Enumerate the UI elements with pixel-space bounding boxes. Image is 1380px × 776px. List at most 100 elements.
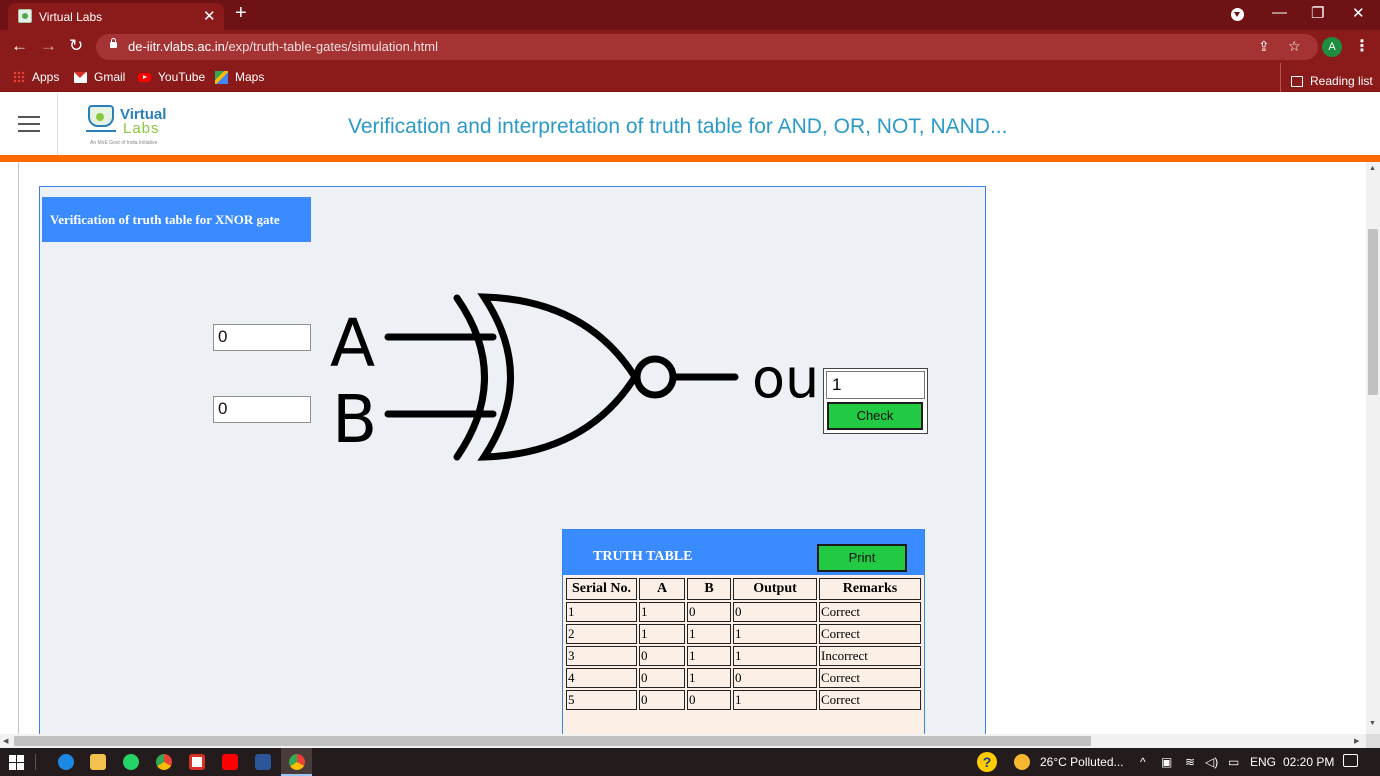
cell-remarks: Incorrect (819, 646, 921, 666)
scroll-down-icon[interactable]: ▼ (1369, 720, 1376, 727)
bookmark-gmail[interactable]: Gmail (74, 70, 125, 84)
cell-b: 1 (687, 624, 731, 644)
gate-label-a: A (330, 305, 375, 382)
gate-label-b: B (332, 381, 377, 458)
virtual-labs-logo[interactable]: Virtual Labs An MoE Govt of India Initia… (86, 103, 176, 146)
cell-remarks: Correct (819, 602, 921, 622)
tab-search-icon[interactable] (1231, 8, 1244, 21)
windows-start-icon[interactable] (9, 755, 24, 770)
weather-icon[interactable] (1014, 754, 1030, 770)
check-button[interactable]: Check (827, 402, 923, 430)
cell-remarks: Correct (819, 668, 921, 688)
simulation-panel: Verification of truth table for XNOR gat… (39, 186, 986, 734)
whatsapp-icon[interactable] (123, 754, 139, 770)
xnor-gate-symbol (384, 293, 739, 461)
cell-a: 0 (639, 668, 685, 688)
vertical-scrollbar[interactable]: ▲ ▼ (1366, 162, 1380, 734)
truth-table-header: TRUTH TABLE Print (563, 530, 924, 575)
cell-a: 1 (639, 624, 685, 644)
bookmark-youtube[interactable]: YouTube (138, 70, 205, 84)
cell-b: 0 (687, 602, 731, 622)
cell-output: 1 (733, 624, 817, 644)
virtual-labs-favicon-icon (18, 9, 32, 23)
table-row: 2 1 1 1 Correct (566, 624, 921, 644)
clock[interactable]: 02:20 PM (1283, 755, 1334, 769)
column-header-serial: Serial No. (566, 578, 637, 600)
browser-toolbar: ← → ↻ de-iitr.vlabs.ac.in/exp/truth-tabl… (0, 30, 1380, 63)
forward-icon[interactable]: → (40, 36, 57, 56)
hamburger-menu-icon[interactable] (18, 116, 40, 132)
print-button[interactable]: Print (817, 544, 907, 572)
input-b-field[interactable]: 0 (213, 396, 311, 423)
apps-grid-icon (13, 71, 25, 83)
cell-a: 0 (639, 690, 685, 710)
vertical-scroll-thumb[interactable] (1368, 229, 1378, 395)
tab-title: Virtual Labs (39, 10, 103, 24)
close-window-icon[interactable]: ✕ (1352, 4, 1365, 22)
simulation-title: Verification of truth table for XNOR gat… (42, 197, 311, 242)
help-icon[interactable]: ? (977, 752, 997, 772)
scroll-right-icon[interactable]: ▶ (1354, 737, 1359, 745)
address-bar[interactable]: de-iitr.vlabs.ac.in/exp/truth-table-gate… (96, 34, 1318, 60)
word-icon[interactable] (255, 754, 271, 770)
horizontal-scrollbar[interactable]: ◀ ▶ (0, 734, 1366, 748)
bookmark-apps[interactable]: Apps (13, 70, 59, 84)
bookmark-maps[interactable]: Maps (215, 70, 264, 84)
table-row: 1 1 0 0 Correct (566, 602, 921, 622)
gmail-app-icon[interactable] (189, 754, 205, 770)
cell-serial: 3 (566, 646, 637, 666)
share-icon[interactable]: ⇪ (1258, 38, 1270, 55)
gate-label-out: out (752, 347, 820, 410)
cell-a: 1 (639, 602, 685, 622)
cell-output: 1 (733, 690, 817, 710)
new-tab-icon[interactable]: + (235, 2, 247, 25)
notifications-icon[interactable] (1343, 754, 1358, 767)
volume-icon[interactable]: ◁) (1205, 755, 1218, 769)
file-explorer-icon[interactable] (90, 754, 106, 770)
bookmark-star-icon[interactable]: ☆ (1288, 38, 1301, 55)
logo-text-labs: Labs (123, 120, 160, 137)
battery-icon[interactable]: ▭ (1228, 755, 1239, 769)
horizontal-scroll-thumb[interactable] (14, 736, 1091, 746)
table-row: 3 0 1 1 Incorrect (566, 646, 921, 666)
reading-list-button[interactable]: Reading list (1280, 63, 1373, 92)
page-content: Verification of truth table for XNOR gat… (0, 162, 1366, 734)
cell-b: 1 (687, 668, 731, 688)
gmail-icon (74, 71, 87, 83)
edge-icon[interactable] (58, 754, 74, 770)
taskbar-chrome-active[interactable] (281, 748, 312, 776)
weather-text[interactable]: 26°C Polluted... (1040, 755, 1124, 769)
url-text[interactable]: de-iitr.vlabs.ac.in/exp/truth-table-gate… (128, 39, 438, 54)
cell-serial: 2 (566, 624, 637, 644)
reload-icon[interactable]: ↻ (69, 36, 83, 56)
cell-output: 1 (733, 646, 817, 666)
browser-menu-icon[interactable]: ⋮ (1354, 36, 1370, 56)
language-indicator[interactable]: ENG (1250, 755, 1276, 769)
lock-icon[interactable] (110, 38, 117, 48)
column-header-b: B (687, 578, 731, 600)
page-title: Verification and interpretation of truth… (348, 115, 1008, 138)
cell-remarks: Correct (819, 624, 921, 644)
tab-virtual-labs[interactable]: Virtual Labs ✕ (8, 3, 224, 30)
chrome-icon[interactable] (156, 754, 172, 770)
windows-taskbar: ? 26°C Polluted... ^ ▣ ≋ ◁) ▭ ENG 02:20 … (0, 748, 1380, 776)
table-header-row: Serial No. A B Output Remarks (566, 578, 921, 600)
meet-now-icon[interactable]: ▣ (1161, 755, 1172, 769)
profile-avatar[interactable]: A (1322, 37, 1342, 57)
output-field[interactable]: 1 (826, 371, 925, 399)
tray-overflow-icon[interactable]: ^ (1140, 755, 1146, 769)
truth-table-panel: TRUTH TABLE Print Serial No. A B Output … (562, 529, 925, 734)
table-row: 4 0 1 0 Correct (566, 668, 921, 688)
input-a-field[interactable]: 0 (213, 324, 311, 351)
scroll-left-icon[interactable]: ◀ (3, 737, 8, 745)
scroll-up-icon[interactable]: ▲ (1369, 165, 1376, 172)
tab-close-icon[interactable]: ✕ (203, 7, 216, 25)
minimize-icon[interactable]: — (1272, 4, 1287, 21)
youtube-app-icon[interactable] (222, 754, 238, 770)
back-icon[interactable]: ← (11, 36, 28, 56)
wifi-icon[interactable]: ≋ (1185, 755, 1195, 769)
xnor-gate-diagram: A B out (330, 293, 820, 461)
reading-list-icon (1291, 75, 1303, 87)
maps-icon (215, 70, 228, 84)
restore-icon[interactable]: ❐ (1311, 4, 1324, 22)
